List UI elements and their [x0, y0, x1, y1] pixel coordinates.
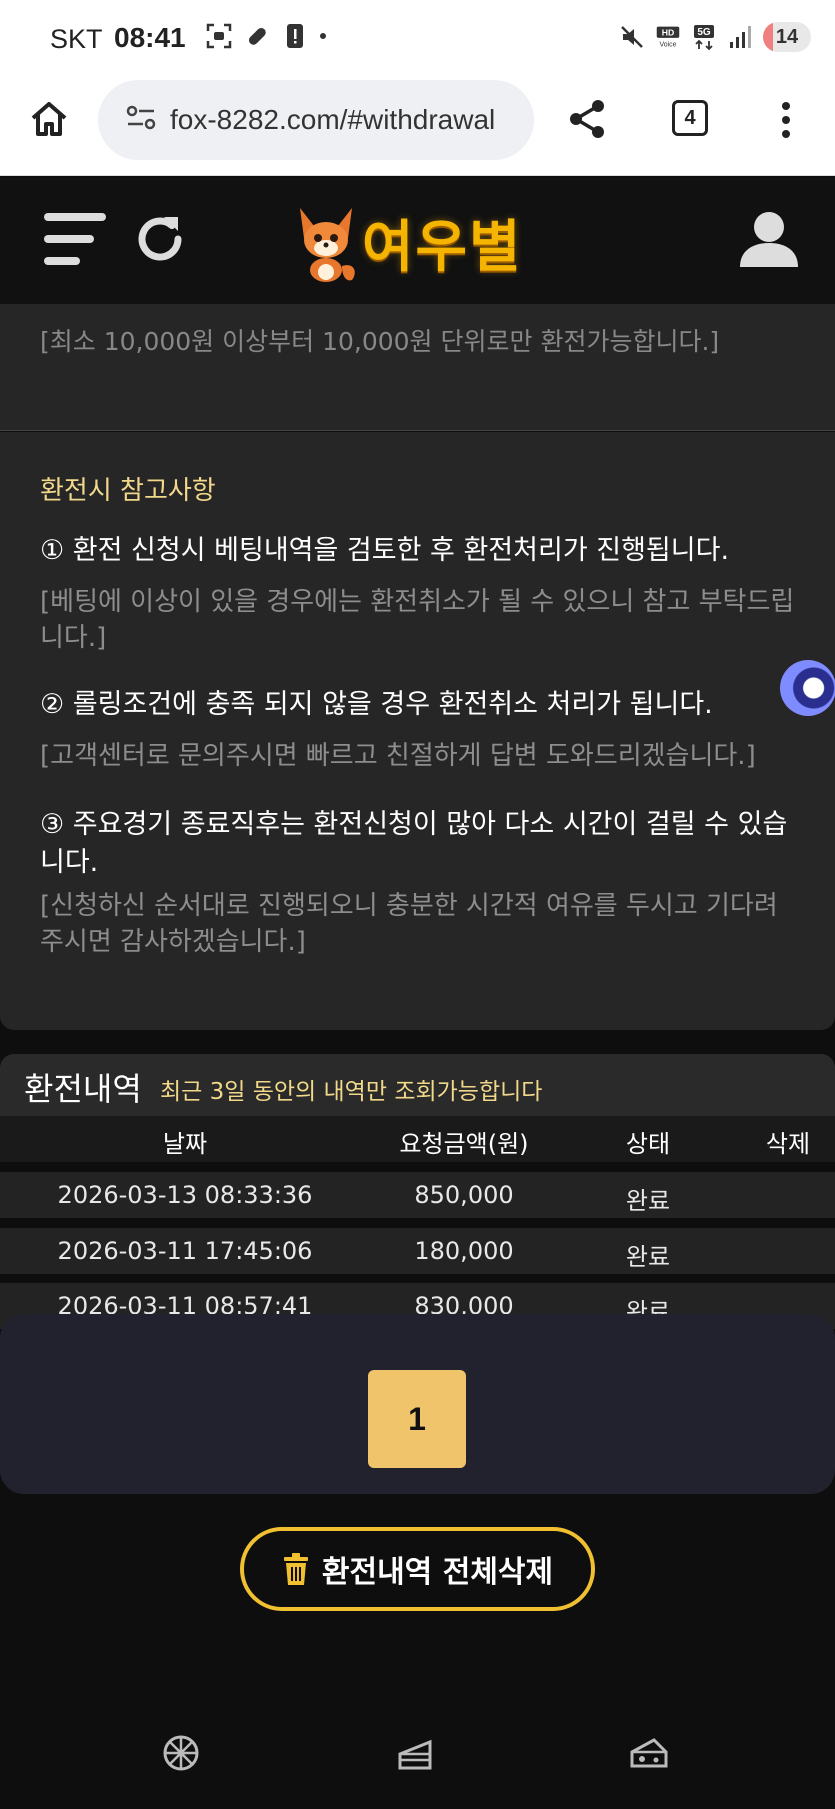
menu-icon[interactable] [44, 213, 106, 265]
history-header: 환전내역 최근 3일 동안의 내역만 조회가능합니다 [0, 1054, 835, 1116]
withdraw-notes-panel: 환전시 참고사항 ① 환전 신청시 베팅내역을 검토한 후 환전처리가 진행됩니… [0, 432, 835, 1030]
home-icon[interactable] [28, 98, 70, 140]
bottom-navigation [0, 1720, 835, 1809]
trash-icon [282, 1553, 310, 1585]
note-1-detail: [베팅에 이상이 있을 경우에는 환전취소가 될 수 있으니 참고 부탁드립니다… [40, 587, 795, 653]
minimum-amount-note: [최소 10,000원 이상부터 10,000원 단위로만 환전가능합니다.] [40, 327, 720, 356]
screenshot-icon [206, 22, 232, 50]
basketball-icon[interactable] [160, 1732, 202, 1774]
column-date: 날짜 [162, 1130, 208, 1158]
svg-text:Voice: Voice [660, 42, 677, 49]
note-1-heading: ① 환전 신청시 베팅내역을 검토한 후 환전처리가 진행됩니다. [40, 535, 730, 566]
floating-assistant-icon[interactable] [780, 660, 835, 716]
table-row: 2026-03-11 17:45:06 180,000 완료 [0, 1228, 835, 1274]
row-date: 2026-03-13 08:33:36 [57, 1181, 313, 1209]
clock: 08:41 [114, 22, 186, 53]
row-status: 완료 [625, 1187, 671, 1215]
status-bar: SKT 08:41 HD Voice 5G 14 [0, 0, 835, 80]
pagination: 1 [0, 1314, 835, 1494]
row-amount: 180,000 [414, 1237, 514, 1265]
site-logo[interactable]: 여우별 [290, 197, 550, 287]
alert-icon [282, 22, 308, 50]
carrier-label: SKT [50, 24, 103, 54]
row-amount: 850,000 [414, 1181, 514, 1209]
5g-icon: 5G [691, 23, 717, 51]
row-status: 완료 [625, 1243, 671, 1271]
mute-icon [619, 23, 645, 51]
site-header: 여우별 [0, 177, 835, 304]
svg-text:HD: HD [662, 27, 675, 37]
site-settings-icon[interactable] [126, 105, 156, 135]
user-icon[interactable] [738, 207, 800, 269]
column-delete: 삭제 [765, 1130, 811, 1158]
note-2-heading: ② 롤링조건에 충족 되지 않을 경우 환전취소 처리가 됩니다. [40, 689, 713, 720]
share-icon[interactable] [566, 98, 608, 140]
history-title: 환전내역 [24, 1070, 142, 1108]
row-date: 2026-03-11 17:45:06 [57, 1237, 313, 1265]
refresh-icon[interactable] [134, 213, 186, 265]
logo-text: 여우별 [362, 214, 523, 280]
history-note: 최근 3일 동안의 내역만 조회가능합니다 [160, 1079, 543, 1105]
address-bar[interactable]: fox-8282.com/#withdrawal [98, 80, 534, 160]
cheese-icon[interactable] [628, 1732, 670, 1774]
column-amount: 요청금액(원) [399, 1130, 529, 1158]
delete-all-label: 환전내역 전체삭제 [321, 1555, 554, 1590]
page-button-current[interactable]: 1 [368, 1370, 466, 1468]
table-row: 2026-03-13 08:33:36 850,000 완료 [0, 1172, 835, 1218]
note-2-detail: [고객센터로 문의주시면 빠르고 친절하게 답변 도와드리겠습니다.] [40, 741, 756, 771]
cake-icon[interactable] [394, 1732, 436, 1774]
column-status: 상태 [625, 1130, 671, 1158]
notes-title: 환전시 참고사항 [40, 476, 216, 506]
delete-all-history-button[interactable]: 환전내역 전체삭제 [240, 1527, 595, 1611]
withdraw-form-panel: [최소 10,000원 이상부터 10,000원 단위로만 환전가능합니다.] [0, 304, 835, 431]
note-3-detail: [신청하신 순서대로 진행되오니 충분한 시간적 여유를 두시고 기다려 주시면… [40, 891, 778, 957]
url-text: fox-8282.com/#withdrawal [170, 104, 496, 135]
more-menu-icon[interactable] [776, 100, 796, 140]
battery-indicator: 14 [763, 22, 811, 52]
link-icon [244, 22, 270, 50]
svg-text:5G: 5G [697, 27, 711, 38]
hd-voice-icon: HD Voice [655, 23, 681, 51]
signal-icon [727, 23, 753, 51]
history-table-header: 날짜 요청금액(원) 상태 삭제 [0, 1116, 835, 1162]
browser-toolbar: fox-8282.com/#withdrawal 4 [0, 80, 835, 176]
tab-switcher-button[interactable]: 4 [672, 100, 708, 136]
fox-mascot-icon [300, 208, 355, 282]
dot-icon [320, 33, 326, 39]
note-3-heading: ③ 주요경기 종료직후는 환전신청이 많아 다소 시간이 걸릴 수 있습니다. [40, 809, 788, 878]
